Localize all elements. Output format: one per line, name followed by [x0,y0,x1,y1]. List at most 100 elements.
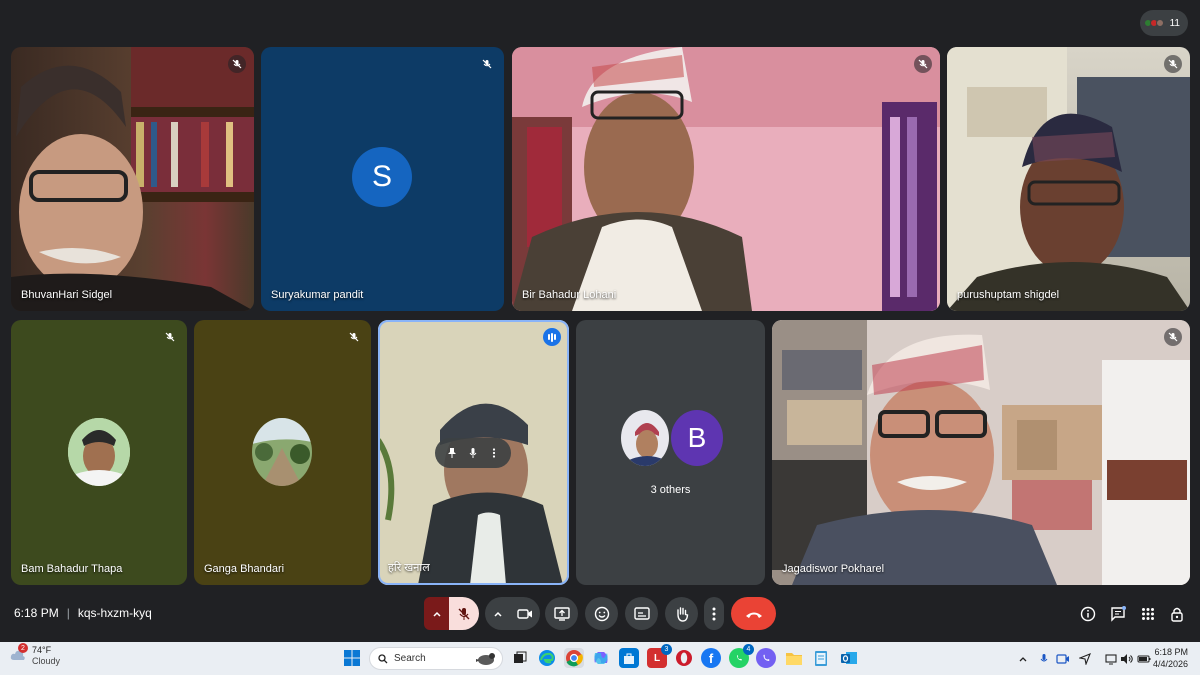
mic-off-icon [482,59,492,69]
camera-group [485,597,540,630]
l-app-icon: L [653,652,661,664]
task-view-icon [514,651,527,663]
avatar [252,418,312,486]
taskbar-search[interactable]: Search [369,647,503,670]
mic-toggle-button[interactable] [449,597,479,630]
participant-tile[interactable]: S Suryakumar pandit [261,47,504,311]
video-feed [947,47,1190,311]
taskbar-app-notepad[interactable] [811,648,831,668]
mic-icon [1040,654,1048,662]
participant-avatars [1143,19,1164,27]
cloud-icon: 2 [10,643,28,663]
mic-icon[interactable] [467,447,479,459]
search-icon [378,653,388,663]
participant-count-button[interactable]: 11 [1139,10,1188,36]
avatar-initial: B [687,422,707,453]
participant-tile[interactable]: Jagadiswor Pokharel [772,320,1190,585]
taskbar-clock[interactable]: 6:18 PM 4/4/2026 [1153,646,1188,670]
present-screen-icon [553,606,570,621]
video-feed [772,320,1190,585]
chevron-up-icon [493,611,502,617]
participant-name: Suryakumar pandit [271,289,364,301]
weather-temp: 74°F [32,645,52,655]
taskbar-app-folder[interactable] [784,648,804,668]
activities-button[interactable] [1137,603,1159,625]
profile-photo [252,418,312,486]
outlook-icon [841,652,857,664]
host-controls-button[interactable] [1166,603,1188,625]
camera-icon [516,608,532,619]
taskbar-app-opera[interactable] [674,648,694,668]
viber-icon [763,654,770,661]
taskbar-app-store[interactable] [619,648,639,668]
clock-time: 6:18 PM [1154,647,1188,657]
present-button[interactable] [545,597,578,630]
participant-tile[interactable]: Ganga Bhandari [194,320,371,585]
others-tile[interactable]: B 3 others [576,320,765,585]
participant-name: हरि खनाल [388,562,430,574]
raise-hand-icon [676,606,688,622]
participant-name: Ganga Bhandari [204,563,285,575]
muted-indicator [1164,55,1182,73]
tray-mic[interactable] [1037,652,1051,666]
taskbar-app-copilot[interactable] [591,648,611,668]
notification-badge: 3 [661,644,672,655]
audio-options-button[interactable] [424,597,449,630]
pin-icon[interactable] [446,447,458,459]
tray-battery[interactable] [1137,652,1151,666]
tray-overflow-button[interactable] [1016,652,1030,666]
notepad-icon [815,651,827,666]
tray-camera[interactable] [1056,652,1070,666]
taskbar-app-taskview[interactable] [510,648,530,668]
muted-indicator [1164,328,1182,346]
weather-widget[interactable]: 2 74°F Cloudy [10,643,61,667]
more-options-icon[interactable] [488,447,500,459]
weather-alert-badge: 2 [18,643,28,653]
reactions-button[interactable] [585,597,618,630]
tray-network[interactable] [1104,652,1118,666]
meeting-code: kqs-hxzm-kyq [77,606,152,620]
tray-location[interactable] [1078,652,1092,666]
activities-icon [1142,608,1154,620]
search-placeholder: Search [394,653,426,664]
taskbar-app-viber[interactable] [756,648,776,668]
taskbar-app-facebook[interactable]: f [701,648,721,668]
camera-toggle-button[interactable] [510,608,540,620]
meeting-info: 6:18 PM | kqs-hxzm-kyq [14,606,152,620]
meeting-time: 6:18 PM [14,606,59,620]
captions-button[interactable] [625,597,658,630]
participant-tile[interactable]: purushuptam shigdel [947,47,1190,311]
weather-condition: Cloudy [32,656,61,666]
muted-indicator [228,55,246,73]
mic-off-icon [918,59,928,69]
taskbar-app-chrome[interactable] [564,648,584,668]
meeting-details-button[interactable] [1077,603,1099,625]
video-options-button[interactable] [486,609,510,619]
others-label: 3 others [650,484,691,496]
taskbar-app-edge[interactable] [537,648,557,668]
tray-volume[interactable] [1120,652,1134,666]
taskbar-app-l[interactable]: L 3 [647,644,672,668]
taskbar-app-whatsapp[interactable]: 4 [729,644,754,668]
mic-off-icon [349,332,359,342]
muted-indicator [345,328,363,346]
muted-indicator [161,328,179,346]
participant-tile-active[interactable]: हरि खनाल [378,320,569,585]
volume-icon [1121,654,1133,664]
mic-off-icon [232,59,242,69]
chat-button[interactable] [1107,603,1129,625]
chevron-up-icon [1019,657,1027,662]
participant-tile[interactable]: BhuvanHari Sidgel [11,47,254,311]
taskbar-app-outlook[interactable] [839,648,859,668]
mic-off-icon [1168,59,1178,69]
start-button[interactable] [342,648,362,668]
raise-hand-button[interactable] [665,597,698,630]
leave-call-button[interactable] [731,597,776,630]
participant-tile[interactable]: Bam Bahadur Thapa [11,320,187,585]
host-controls-icon [1171,607,1183,622]
participant-tile[interactable]: Bir Bahadur Lohani [512,47,940,311]
taskbar: 2 74°F Cloudy Search L 3 f 4 6:18 PM 4/4… [0,642,1200,675]
facebook-icon: f [708,650,714,666]
more-options-button[interactable] [704,597,724,630]
captions-icon [633,607,650,620]
